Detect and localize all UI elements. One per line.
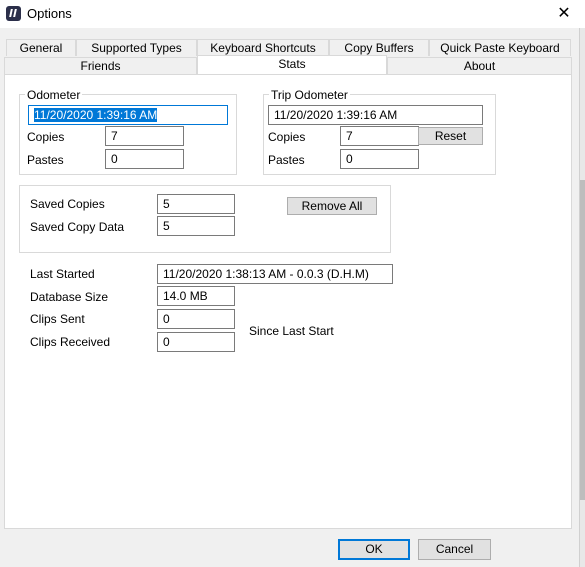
trip-date-field[interactable]: 11/20/2020 1:39:16 AM [268,105,483,125]
database-size-field[interactable]: 14.0 MB [157,286,235,306]
tab-friends[interactable]: Friends [4,57,197,74]
saved-copies-label: Saved Copies [30,197,105,211]
tab-supported-types[interactable]: Supported Types [76,39,197,56]
trip-pastes-label: Pastes [268,153,305,167]
odometer-pastes-field[interactable]: 0 [105,149,184,169]
odometer-date-field[interactable]: 11/20/2020 1:39:16 AM [28,105,228,125]
tab-keyboard-shortcuts[interactable]: Keyboard Shortcuts [197,39,329,56]
stats-tab-panel: Odometer 11/20/2020 1:39:16 AM Copies 7 … [4,74,572,529]
odometer-pastes-label: Pastes [27,153,64,167]
window-title: Options [27,6,72,21]
last-started-label: Last Started [30,267,95,281]
trip-odometer-group-label: Trip Odometer [269,88,350,102]
clips-received-label: Clips Received [30,335,111,349]
trip-copies-field[interactable]: 7 [340,126,419,146]
clips-received-field[interactable]: 0 [157,332,235,352]
odometer-date-value: 11/20/2020 1:39:16 AM [34,108,158,122]
odometer-group-label: Odometer [25,88,83,102]
last-started-field[interactable]: 11/20/2020 1:38:13 AM - 0.0.3 (D.H.M) [157,264,393,284]
app-icon [6,6,21,21]
options-dialog: Options ✕ General Supported Types Keyboa… [0,0,585,567]
trip-copies-label: Copies [268,130,306,144]
reset-button[interactable]: Reset [418,127,483,145]
trip-pastes-field[interactable]: 0 [340,149,419,169]
database-size-label: Database Size [30,290,109,304]
title-bar: Options ✕ [0,0,585,28]
tab-general[interactable]: General [6,39,76,56]
saved-copies-field[interactable]: 5 [157,194,235,214]
tab-quick-paste-keyboard[interactable]: Quick Paste Keyboard [429,39,571,56]
ok-button[interactable]: OK [338,539,410,560]
since-last-start-label: Since Last Start [249,324,334,338]
remove-all-button[interactable]: Remove All [287,197,377,215]
saved-copy-data-label: Saved Copy Data [30,220,125,234]
odometer-copies-field[interactable]: 7 [105,126,184,146]
background-scrollbar-thumb [580,180,585,500]
clips-sent-field[interactable]: 0 [157,309,235,329]
cancel-button[interactable]: Cancel [418,539,491,560]
clips-sent-label: Clips Sent [30,312,85,326]
close-icon[interactable]: ✕ [553,4,575,24]
tab-copy-buffers[interactable]: Copy Buffers [329,39,429,56]
odometer-copies-label: Copies [27,130,65,144]
saved-copy-data-field[interactable]: 5 [157,216,235,236]
tab-stats[interactable]: Stats [197,55,387,74]
tab-about[interactable]: About [387,57,572,74]
